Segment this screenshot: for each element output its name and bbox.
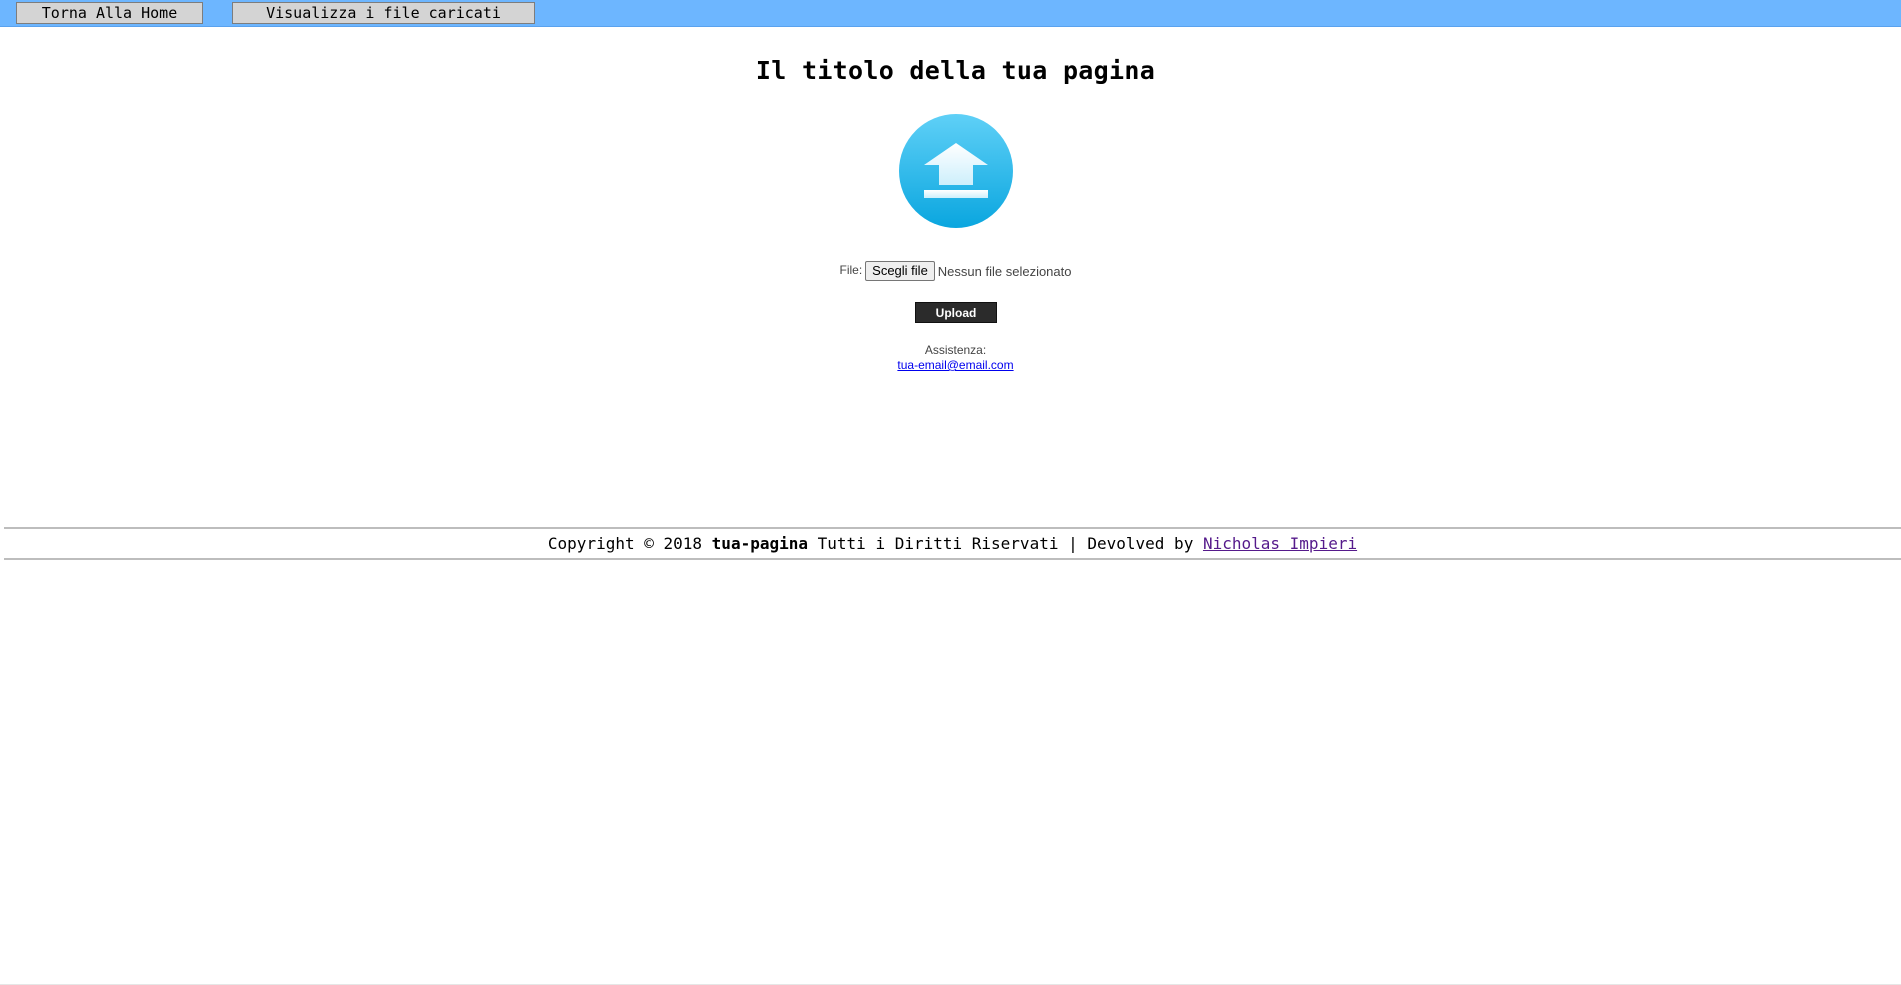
home-button[interactable]: Torna Alla Home (16, 2, 203, 24)
footer: Copyright © 2018 tua-pagina Tutti i Diri… (4, 527, 1901, 560)
support-block: Assistenza: tua-email@email.com (0, 343, 1901, 373)
choose-file-button[interactable]: Scegli file (865, 261, 935, 281)
file-label: File: (839, 263, 863, 278)
support-label: Assistenza: (924, 343, 987, 357)
upload-arrow-icon (899, 114, 1013, 228)
view-uploaded-files-button[interactable]: Visualizza i file caricati (232, 2, 535, 24)
footer-site-name: tua-pagina (711, 534, 808, 553)
upload-button[interactable]: Upload (915, 302, 997, 323)
file-status-text: Nessun file selezionato (937, 263, 1072, 279)
page-title: Il titolo della tua pagina (755, 56, 1156, 85)
top-nav-bar: Torna Alla Home Visualizza i file carica… (0, 0, 1901, 27)
file-chooser-row: File: Scegli file Nessun file selezionato (0, 261, 1901, 281)
author-link[interactable]: Nicholas Impieri (1203, 534, 1357, 553)
copyright-text: Copyright © 2018 (547, 534, 703, 553)
support-email-link[interactable]: tua-email@email.com (897, 358, 1013, 372)
rights-text: Tutti i Diritti Riservati | Devolved by (817, 534, 1194, 553)
